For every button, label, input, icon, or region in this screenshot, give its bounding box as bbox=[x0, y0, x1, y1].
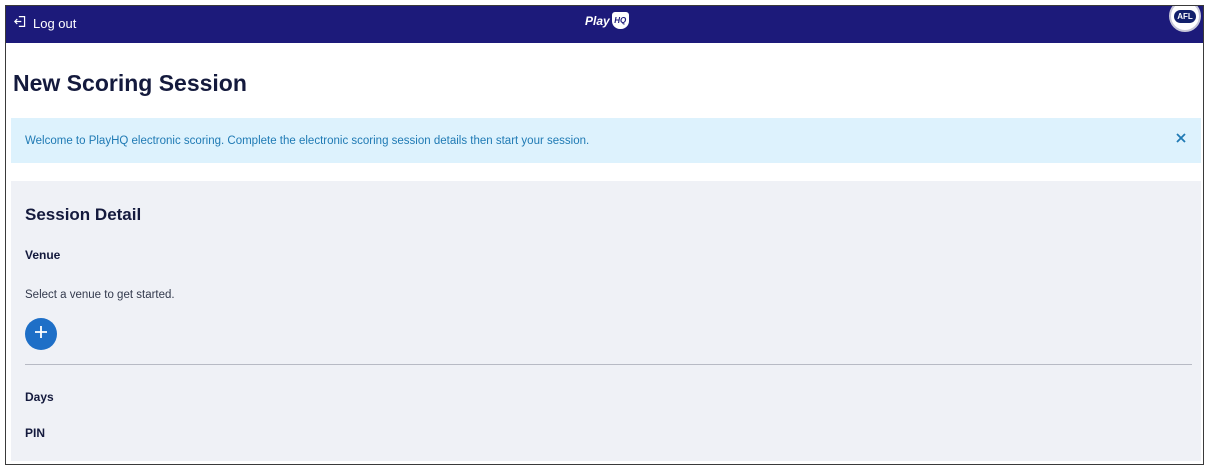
venue-label: Venue bbox=[25, 248, 61, 262]
afl-logo-text: AFL bbox=[1174, 9, 1196, 23]
top-navigation-bar: Log out Play HQ AFL bbox=[6, 6, 1203, 43]
alert-close-button[interactable] bbox=[1172, 130, 1190, 148]
welcome-alert: Welcome to PlayHQ electronic scoring. Co… bbox=[11, 118, 1201, 163]
add-venue-button[interactable] bbox=[25, 318, 57, 350]
brand-text: Play bbox=[585, 13, 610, 28]
pin-label: PIN bbox=[25, 426, 46, 440]
brand-shield-mark: HQ bbox=[611, 12, 629, 29]
playhq-logo: Play HQ bbox=[585, 12, 629, 29]
session-detail-panel: Session Detail Venue Select a venue to g… bbox=[11, 181, 1201, 461]
logout-icon bbox=[13, 15, 27, 31]
section-divider bbox=[25, 364, 1192, 365]
venue-hint: Select a venue to get started. bbox=[25, 289, 175, 301]
section-title: Session Detail bbox=[25, 205, 142, 224]
app-window: Log out Play HQ AFL New Scoring Session … bbox=[5, 5, 1204, 465]
close-icon bbox=[1176, 130, 1186, 148]
logout-label: Log out bbox=[33, 15, 77, 31]
logout-button[interactable]: Log out bbox=[13, 15, 77, 31]
alert-message: Welcome to PlayHQ electronic scoring. Co… bbox=[25, 134, 590, 147]
days-label: Days bbox=[25, 390, 54, 404]
page-title: New Scoring Session bbox=[13, 70, 247, 96]
plus-icon bbox=[35, 325, 47, 343]
afl-logo: AFL bbox=[1169, 6, 1201, 32]
